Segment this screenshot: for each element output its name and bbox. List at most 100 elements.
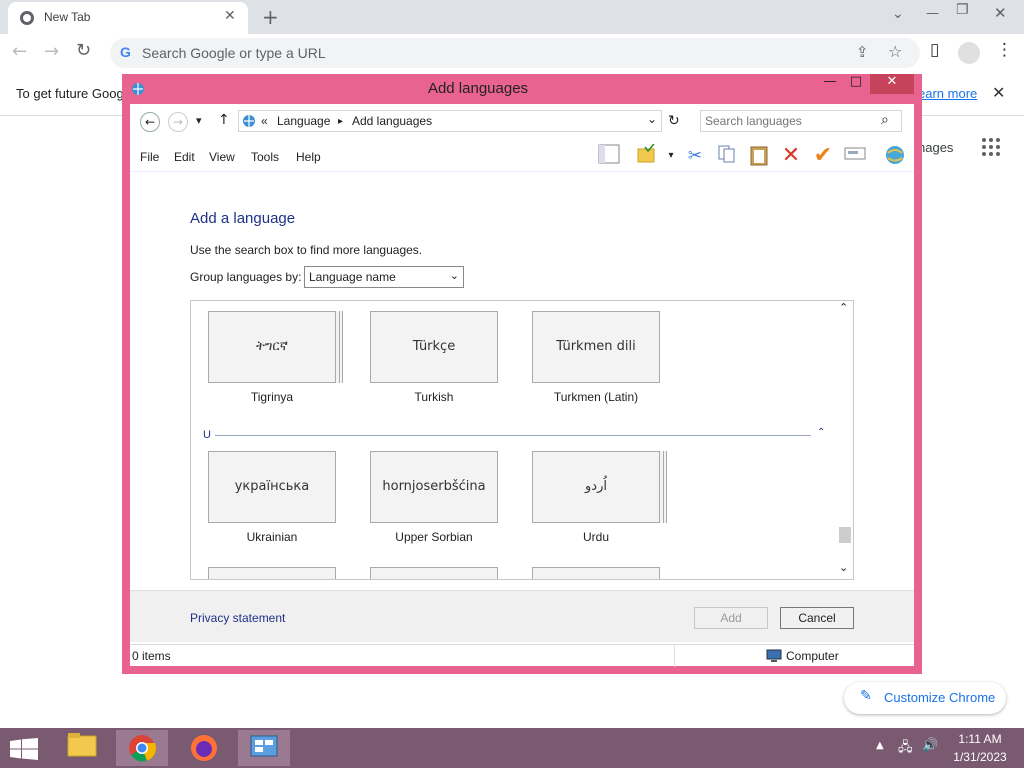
forward-button[interactable]: → — [44, 41, 59, 62]
up-level-button[interactable]: ↑ — [218, 112, 230, 128]
tab-close-icon[interactable]: ✕ — [224, 8, 236, 24]
tab-new-tab[interactable]: New Tab ✕ — [8, 2, 248, 34]
volume-icon[interactable]: 🔊 — [922, 738, 938, 753]
language-name[interactable]: Tigrinya — [208, 390, 336, 404]
language-name[interactable]: Urdu — [532, 530, 660, 544]
language-name[interactable]: Ukrainian — [208, 530, 336, 544]
language-name[interactable]: Turkmen (Latin) — [532, 390, 660, 404]
breadcrumb-chevrons[interactable]: « — [261, 114, 268, 128]
window-close-button[interactable]: ✕ — [994, 4, 1007, 22]
language-tile-partial[interactable] — [532, 567, 660, 579]
language-native-name: українська — [234, 479, 310, 494]
chevron-down-icon: ⌄ — [449, 269, 459, 282]
pencil-icon: ✎ — [860, 688, 872, 704]
side-panel-icon[interactable]: ▯ — [930, 40, 939, 60]
globe-icon[interactable] — [882, 144, 908, 168]
infobar-learn-more-link[interactable]: earn more — [918, 86, 977, 101]
collapse-group-icon[interactable]: ⌃ — [817, 427, 825, 438]
menu-help[interactable]: Help — [296, 150, 321, 164]
tray-overflow-icon[interactable]: ▲ — [876, 740, 884, 751]
language-tile-partial[interactable] — [208, 567, 336, 579]
nav-forward-button[interactable]: → — [168, 112, 188, 132]
chrome-tab-strip: New Tab ✕ + ⌄ — ❐ ✕ — [0, 0, 1024, 34]
menu-tools[interactable]: Tools — [251, 150, 279, 164]
tray-date[interactable]: 1/31/2023 — [950, 750, 1010, 764]
paste-icon[interactable] — [746, 144, 772, 168]
dialog-maximize-button[interactable]: □ — [846, 74, 866, 94]
profile-avatar[interactable] — [958, 42, 980, 64]
scroll-thumb[interactable] — [839, 527, 851, 543]
file-explorer-icon[interactable] — [56, 730, 108, 766]
chrome-icon[interactable] — [116, 730, 168, 766]
dialog-footer: Privacy statement Add Cancel — [130, 590, 914, 642]
google-apps-icon[interactable] — [982, 138, 1000, 156]
network-icon[interactable]: 🖧 — [898, 738, 913, 760]
control-panel-icon[interactable] — [238, 730, 290, 766]
chrome-toolbar: ← → ↻ G Search Google or type a URL ⇪ ☆ … — [0, 34, 1024, 72]
language-tile-turkish[interactable]: Türkçe — [370, 311, 498, 383]
properties-dropdown-icon[interactable]: ▾ — [658, 144, 684, 168]
page-heading: Add a language — [190, 210, 296, 227]
ntp-shortcut-text[interactable]: nages — [918, 140, 953, 155]
customize-chrome-button[interactable]: ✎ Customize Chrome — [844, 682, 1006, 714]
breadcrumb-language[interactable]: Language — [277, 114, 330, 128]
breadcrumb-separator[interactable]: ▸ — [338, 116, 343, 127]
add-languages-window: Add languages — □ ✕ ← → ▾ ↑ « Language ▸… — [122, 74, 922, 674]
share-icon[interactable]: ⇪ — [856, 43, 869, 61]
dialog-close-button[interactable]: ✕ — [870, 74, 914, 94]
page-description: Use the search box to find more language… — [190, 243, 423, 257]
search-icon[interactable]: ⌕ — [881, 112, 889, 128]
language-tile-turkmen[interactable]: Türkmen dili — [532, 311, 660, 383]
tab-search-chevron-icon[interactable]: ⌄ — [892, 6, 904, 22]
group-by-select[interactable]: Language name ⌄ — [304, 266, 464, 288]
scroll-down-icon[interactable]: ⌄ — [839, 561, 848, 574]
copy-icon[interactable] — [714, 144, 740, 168]
omnibox[interactable]: G Search Google or type a URL ⇪ ☆ — [110, 38, 920, 68]
search-languages-input[interactable] — [705, 113, 875, 129]
firefox-icon[interactable] — [178, 730, 230, 766]
layout-pane-icon[interactable] — [596, 144, 622, 168]
cut-icon[interactable]: ✂ — [682, 144, 708, 168]
address-bar[interactable]: « Language ▸ Add languages ⌄ — [238, 110, 662, 132]
language-tile-partial[interactable] — [370, 567, 498, 579]
infobar-close-icon[interactable]: ✕ — [992, 83, 1005, 102]
rename-icon[interactable] — [842, 144, 868, 168]
address-dropdown-icon[interactable]: ⌄ — [647, 112, 657, 126]
window-restore-button[interactable]: ❐ — [956, 2, 969, 18]
windows-start-icon[interactable] — [10, 738, 38, 760]
menu-edit[interactable]: Edit — [174, 150, 195, 164]
check-icon[interactable]: ✔ — [810, 144, 836, 168]
bookmark-star-icon[interactable]: ☆ — [888, 42, 902, 61]
menu-file[interactable]: File — [140, 150, 159, 164]
group-by-value: Language name — [309, 270, 396, 284]
window-minimize-button[interactable]: — — [926, 6, 939, 21]
scroll-up-icon[interactable]: ⌃ — [839, 301, 848, 314]
language-tile-tigrinya[interactable]: ትግርኛ — [208, 311, 336, 383]
refresh-button[interactable]: ↻ — [668, 113, 680, 129]
properties-folder-icon[interactable] — [634, 143, 660, 168]
add-button[interactable]: Add — [694, 607, 768, 629]
search-languages-box[interactable]: ⌕ — [700, 110, 902, 132]
new-tab-button[interactable]: + — [262, 5, 279, 29]
dialog-minimize-button[interactable]: — — [820, 74, 840, 94]
reload-button[interactable]: ↻ — [76, 40, 91, 61]
dialog-body: ← → ▾ ↑ « Language ▸ Add languages ⌄ ↻ ⌕ — [130, 104, 914, 667]
delete-icon[interactable]: ✕ — [778, 144, 804, 168]
menu-view[interactable]: View — [209, 150, 235, 164]
tray-time[interactable]: 1:11 AM — [950, 732, 1010, 746]
language-name[interactable]: Upper Sorbian — [370, 530, 498, 544]
cancel-button[interactable]: Cancel — [780, 607, 854, 629]
language-tile-upper-sorbian[interactable]: hornjoserbšćina — [370, 451, 498, 523]
window-title: Add languages — [427, 80, 529, 97]
nav-back-button[interactable]: ← — [140, 112, 160, 132]
privacy-statement-link[interactable]: Privacy statement — [190, 611, 285, 625]
back-button[interactable]: ← — [12, 41, 27, 62]
breadcrumb-add-languages[interactable]: Add languages — [352, 114, 432, 128]
language-list[interactable]: ትግርኛ Tigrinya Türkçe Turkish Türkmen dil… — [190, 300, 854, 580]
language-name[interactable]: Turkish — [370, 390, 498, 404]
recent-locations-dropdown[interactable]: ▾ — [196, 114, 202, 127]
language-tile-urdu[interactable]: اُردو — [532, 451, 660, 523]
chrome-menu-icon[interactable]: ⋮ — [996, 40, 1013, 60]
language-tile-ukrainian[interactable]: українська — [208, 451, 336, 523]
status-location: Computer — [786, 649, 839, 663]
